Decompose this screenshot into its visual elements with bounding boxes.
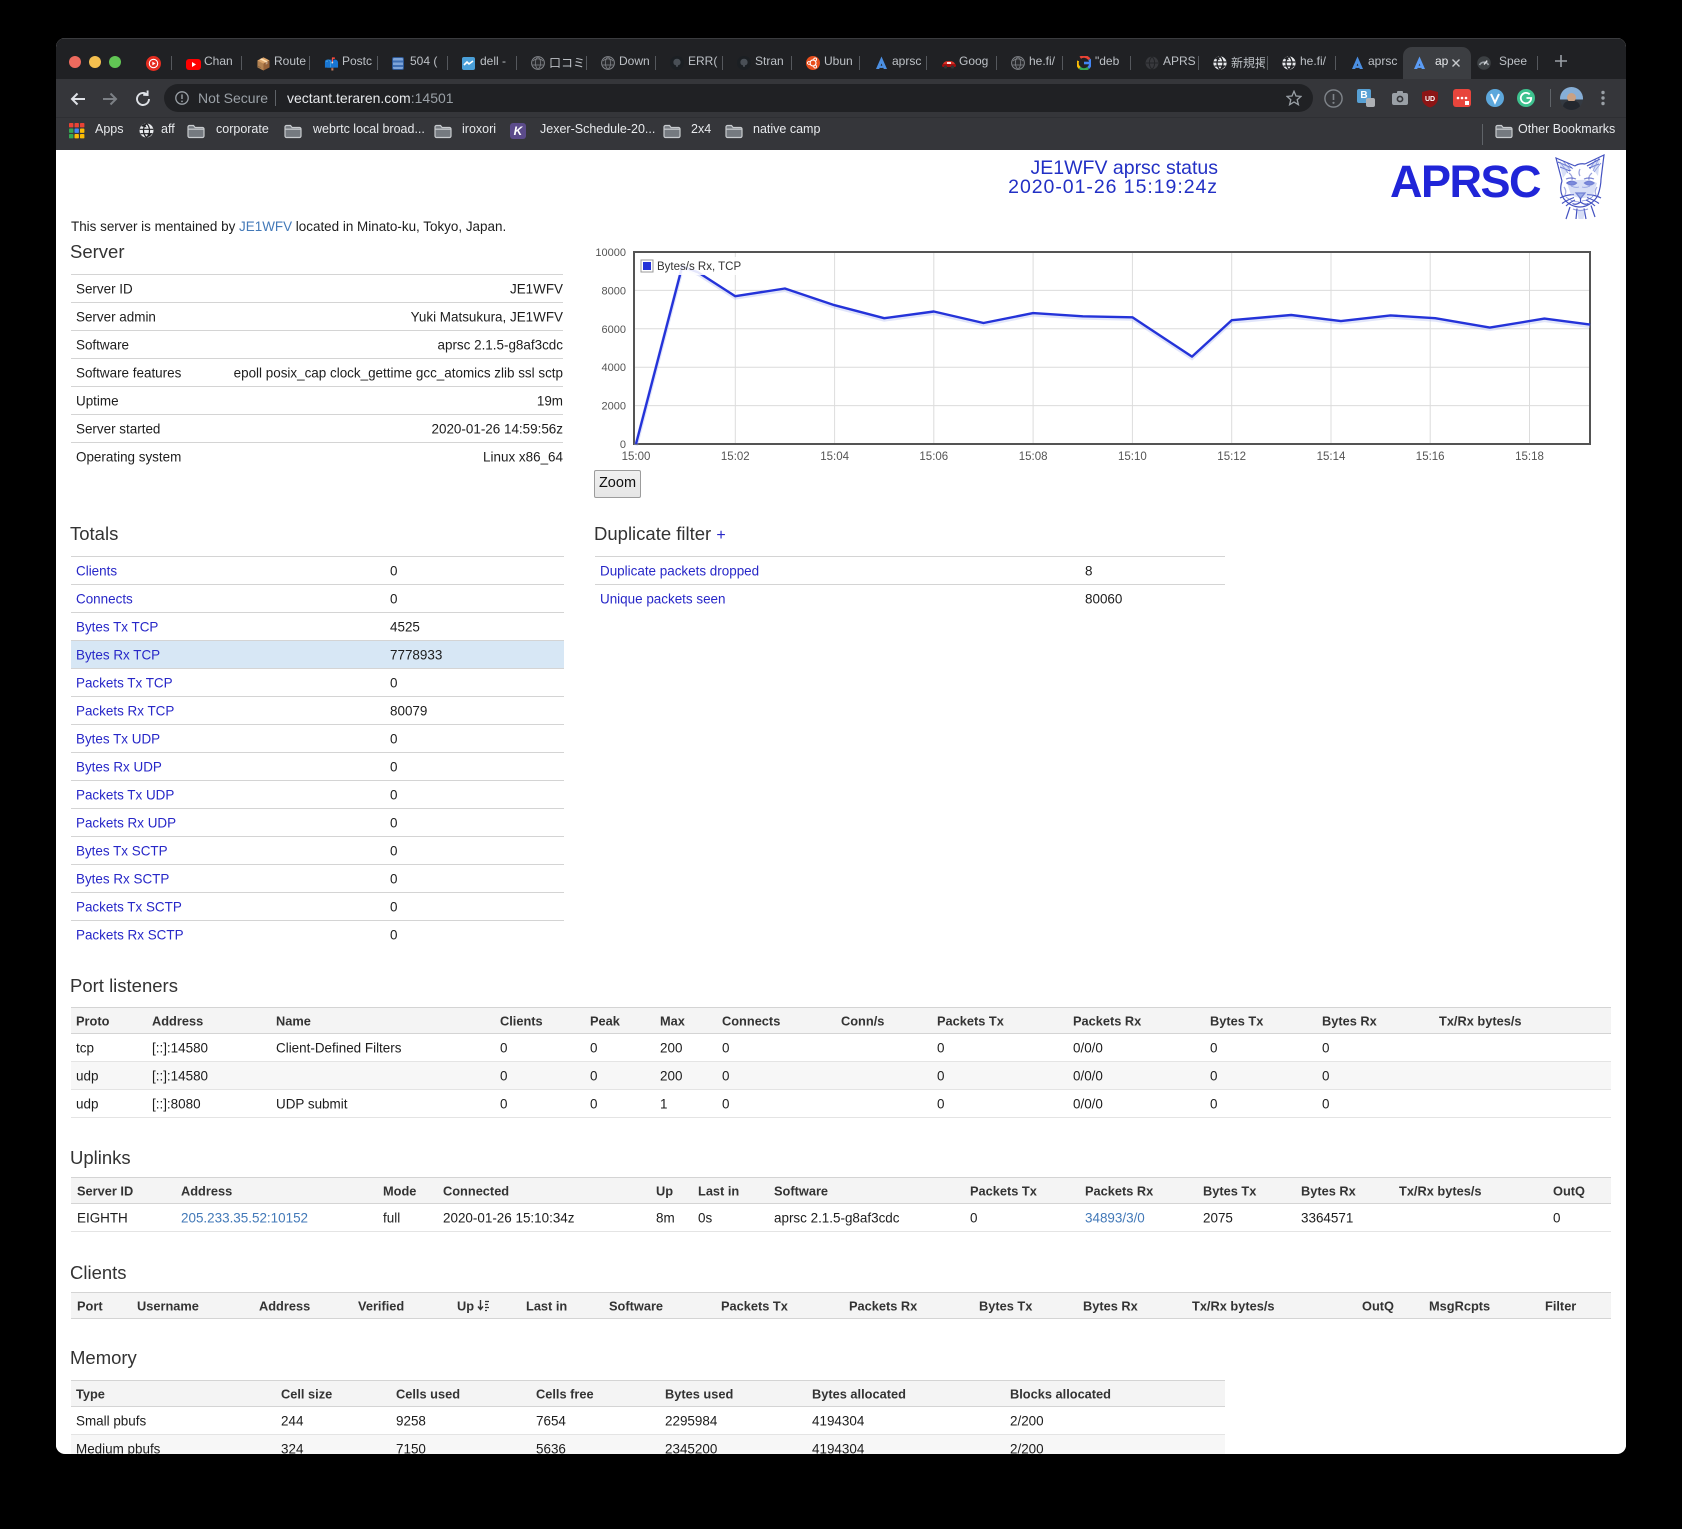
- svg-text:15:04: 15:04: [820, 451, 849, 463]
- svg-text:6000: 6000: [602, 324, 626, 336]
- svg-text:0: 0: [620, 439, 626, 451]
- svg-text:15:16: 15:16: [1416, 451, 1445, 463]
- svg-text:15:18: 15:18: [1515, 451, 1544, 463]
- svg-text:15:02: 15:02: [721, 451, 750, 463]
- svg-text:2000: 2000: [602, 401, 626, 413]
- svg-text:15:00: 15:00: [622, 451, 651, 463]
- svg-text:4000: 4000: [602, 362, 626, 374]
- svg-text:15:08: 15:08: [1019, 451, 1048, 463]
- svg-text:15:14: 15:14: [1317, 451, 1346, 463]
- svg-text:15:12: 15:12: [1217, 451, 1246, 463]
- svg-text:15:10: 15:10: [1118, 451, 1147, 463]
- svg-text:Bytes/s Rx, TCP: Bytes/s Rx, TCP: [657, 261, 741, 273]
- svg-text:UD: UD: [1425, 96, 1435, 103]
- svg-text:15:06: 15:06: [919, 451, 948, 463]
- svg-text:10000: 10000: [595, 247, 626, 259]
- svg-text:8000: 8000: [602, 285, 626, 297]
